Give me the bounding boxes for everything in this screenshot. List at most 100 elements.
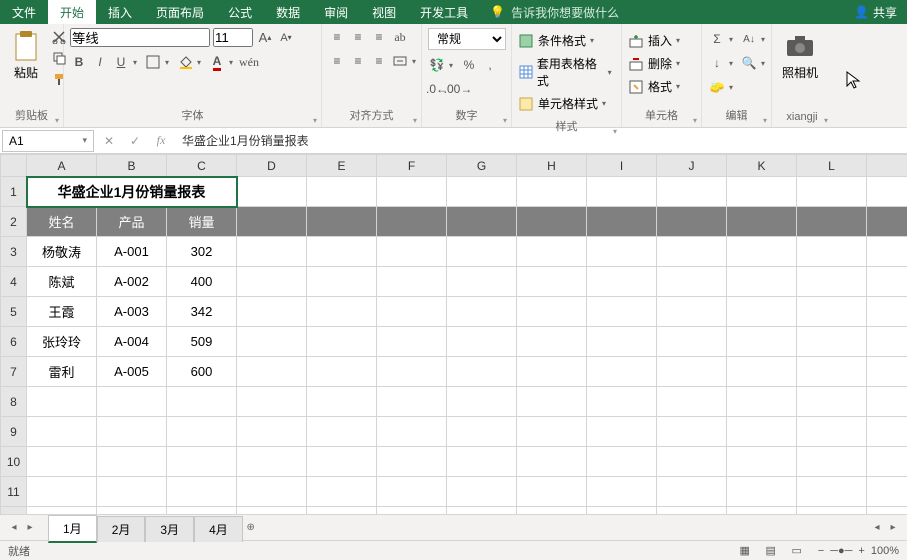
tab-file[interactable]: 文件 — [0, 0, 48, 24]
insert-button[interactable]: 插入▾ — [628, 30, 684, 51]
view-layout-button[interactable]: ▤ — [758, 544, 784, 557]
font-name-select[interactable] — [70, 28, 210, 47]
cell[interactable] — [377, 357, 447, 387]
sheet-nav-first[interactable]: ◂ — [6, 522, 22, 533]
phonetic-button[interactable]: wén — [240, 53, 258, 71]
cell[interactable] — [237, 207, 307, 237]
align-top-button[interactable]: ≡ — [328, 28, 346, 46]
zoom-level[interactable]: 100% — [871, 545, 899, 557]
conditional-format-button[interactable]: 条件格式▾ — [518, 30, 598, 51]
cell[interactable] — [867, 207, 907, 237]
cell[interactable] — [797, 297, 867, 327]
cell[interactable] — [797, 327, 867, 357]
fx-button[interactable]: fx — [148, 133, 174, 148]
align-middle-button[interactable]: ≡ — [349, 28, 367, 46]
row-header[interactable]: 1 — [1, 177, 27, 207]
cell[interactable] — [797, 237, 867, 267]
cell[interactable] — [307, 327, 377, 357]
cell[interactable] — [657, 417, 727, 447]
autosum-button[interactable]: Σ — [708, 30, 726, 48]
cell[interactable] — [587, 387, 657, 417]
cell[interactable] — [307, 507, 377, 515]
cell[interactable]: 杨敬涛 — [27, 237, 97, 267]
cell[interactable] — [657, 297, 727, 327]
cell[interactable] — [237, 357, 307, 387]
cell[interactable] — [377, 507, 447, 515]
cell[interactable]: A-001 — [97, 237, 167, 267]
cell[interactable] — [447, 447, 517, 477]
cell[interactable] — [377, 177, 447, 207]
cell[interactable] — [517, 477, 587, 507]
align-center-button[interactable]: ≡ — [349, 52, 367, 70]
cell[interactable] — [307, 207, 377, 237]
row-header[interactable]: 2 — [1, 207, 27, 237]
cell[interactable] — [727, 177, 797, 207]
cell[interactable] — [657, 447, 727, 477]
cell[interactable] — [447, 387, 517, 417]
cell[interactable]: 张玲玲 — [27, 327, 97, 357]
cell[interactable] — [517, 267, 587, 297]
cell[interactable] — [377, 477, 447, 507]
cell[interactable] — [377, 327, 447, 357]
cell[interactable]: 产品 — [97, 207, 167, 237]
cell[interactable] — [657, 177, 727, 207]
cell[interactable] — [797, 507, 867, 515]
cell[interactable] — [447, 327, 517, 357]
col-header[interactable]: C — [167, 155, 237, 177]
find-button[interactable]: 🔍 — [740, 54, 758, 72]
row-header[interactable]: 8 — [1, 387, 27, 417]
cell[interactable] — [727, 327, 797, 357]
cell[interactable] — [167, 477, 237, 507]
cell[interactable] — [517, 177, 587, 207]
cell[interactable] — [97, 477, 167, 507]
cell[interactable] — [27, 477, 97, 507]
zoom-out-button[interactable]: − — [818, 545, 824, 557]
cell[interactable] — [307, 387, 377, 417]
italic-button[interactable]: I — [91, 53, 109, 71]
cell[interactable] — [797, 207, 867, 237]
cell[interactable] — [867, 237, 907, 267]
grow-font-button[interactable]: A▴ — [256, 29, 274, 47]
cell[interactable] — [237, 327, 307, 357]
row-header[interactable]: 6 — [1, 327, 27, 357]
cell[interactable] — [657, 507, 727, 515]
cell[interactable]: 姓名 — [27, 207, 97, 237]
cell[interactable] — [237, 507, 307, 515]
cell[interactable] — [447, 417, 517, 447]
cell[interactable] — [587, 267, 657, 297]
paste-button[interactable]: 粘贴 — [6, 28, 46, 83]
clear-button[interactable]: 🧽 — [708, 78, 726, 96]
cell[interactable] — [797, 387, 867, 417]
cell[interactable] — [307, 447, 377, 477]
cell[interactable]: 400 — [167, 267, 237, 297]
col-header[interactable]: J — [657, 155, 727, 177]
cell[interactable] — [797, 477, 867, 507]
hscroll-right[interactable]: ▸ — [885, 522, 901, 533]
sheet-tab[interactable]: 4月 — [194, 516, 243, 542]
col-header[interactable]: E — [307, 155, 377, 177]
cell[interactable] — [727, 477, 797, 507]
row-header[interactable]: 9 — [1, 417, 27, 447]
cell[interactable]: 销量 — [167, 207, 237, 237]
wrap-text-button[interactable]: ab — [391, 28, 409, 46]
cell[interactable] — [867, 507, 907, 515]
cell[interactable]: 王霞 — [27, 297, 97, 327]
cell[interactable]: 342 — [167, 297, 237, 327]
cell[interactable] — [97, 387, 167, 417]
cell[interactable] — [447, 357, 517, 387]
cell[interactable] — [237, 297, 307, 327]
cell[interactable] — [727, 357, 797, 387]
cell[interactable] — [797, 267, 867, 297]
cell[interactable] — [727, 237, 797, 267]
delete-button[interactable]: 删除▾ — [628, 53, 684, 74]
cell[interactable] — [657, 237, 727, 267]
number-format-select[interactable]: 常规 — [428, 28, 506, 50]
cell[interactable] — [307, 417, 377, 447]
col-header[interactable] — [867, 155, 907, 177]
percent-button[interactable]: % — [460, 56, 478, 74]
cell[interactable] — [97, 417, 167, 447]
cell[interactable] — [517, 237, 587, 267]
cell[interactable] — [307, 267, 377, 297]
cell[interactable] — [797, 357, 867, 387]
tab-view[interactable]: 视图 — [360, 0, 408, 24]
